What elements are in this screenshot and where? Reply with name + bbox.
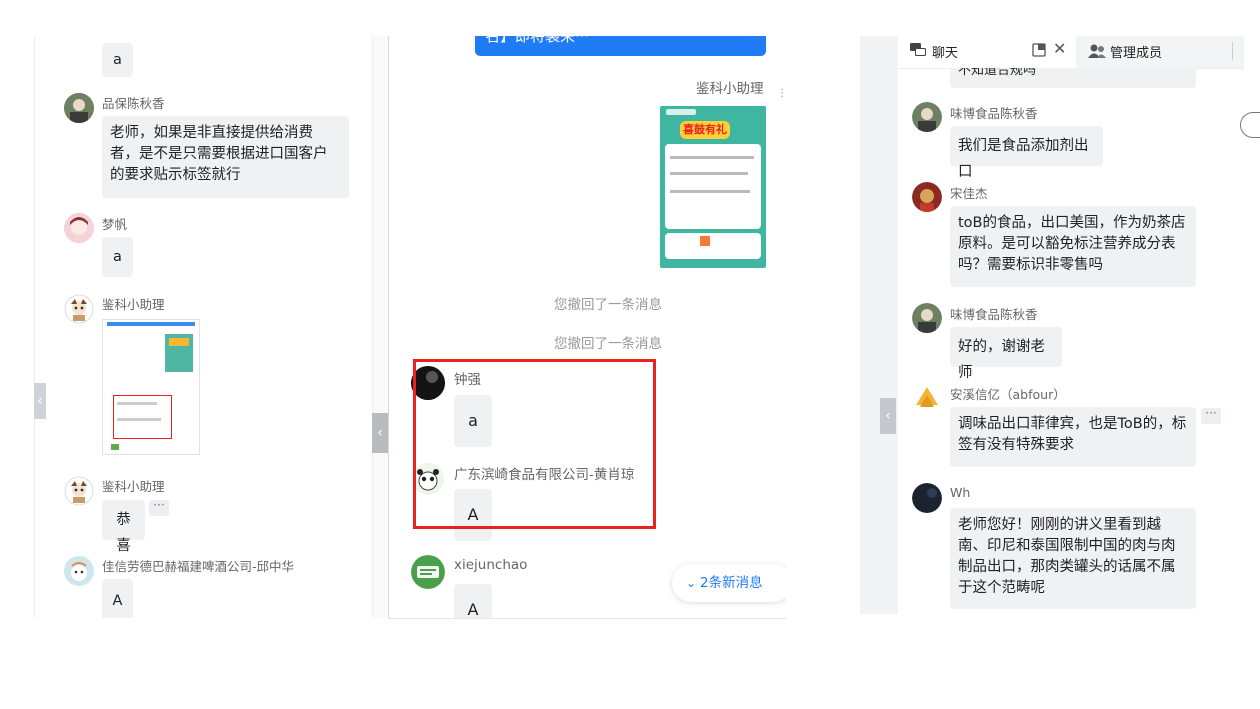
new-messages-label: 2条新消息 <box>700 575 763 591</box>
partial-text: 不知道合规吗 <box>958 68 1037 78</box>
collapse-middle-handle[interactable]: ‹ <box>372 413 388 453</box>
tab-chat-label: 聊天 <box>932 46 959 61</box>
sender-name: 品保陈秋香 <box>102 96 165 111</box>
popout-icon[interactable] <box>1032 42 1046 61</box>
collapse-right-handle[interactable]: ‹ <box>880 398 896 434</box>
double-chevron-down-icon: ⌄ <box>686 576 697 590</box>
more-options-icon[interactable]: ··· <box>1201 407 1221 424</box>
new-messages-button[interactable]: ⌄ 2条新消息 <box>672 564 786 602</box>
recall-notice: 您撤回了一条消息 <box>554 297 662 313</box>
avatar <box>912 182 942 212</box>
side-toolbar-icon[interactable]: ⋮ <box>777 88 786 99</box>
chat-bubble: 老师，如果是非直接提供给消费者，是不是只需要根据进口国客户的要求贴示标签就行 <box>102 116 349 198</box>
avatar <box>411 555 445 589</box>
sender-name: Wh <box>950 485 971 500</box>
tab-members-label: 管理成员 <box>1110 46 1163 61</box>
chat-bubble: a <box>102 43 133 77</box>
chat-bubble: toB的食品，出口美国，作为奶茶店原料。是可以豁免标注营养成分表吗？需要标识非零… <box>950 206 1196 287</box>
tab-members[interactable]: 管理成员 <box>1076 36 1244 68</box>
announcement-text: 名】即将袭来··· <box>485 36 590 45</box>
avatar <box>912 102 942 132</box>
chat-bubble: A <box>454 584 492 618</box>
sender-name: 宋佳杰 <box>950 186 988 201</box>
chat-bubble: 老师您好！刚刚的讲义里看到越南、印尼和泰国限制中国的肉与肉制品出口，那肉类罐头的… <box>950 508 1196 609</box>
chat-bubble: A <box>102 579 133 618</box>
assistant-avatar <box>64 294 94 324</box>
sender-name: 梦帆 <box>102 217 128 232</box>
close-icon[interactable]: ✕ <box>1053 41 1066 57</box>
sender-name: 鉴科小助理 <box>696 81 764 97</box>
left-scrollbar[interactable] <box>372 36 389 618</box>
chat-bubble: 我们是食品添加剂出口 <box>950 126 1103 180</box>
chat-bubble: 调味品出口菲律宾，也是ToB的，标签有没有特殊要求 <box>950 407 1196 467</box>
avatar <box>64 213 94 243</box>
members-icon <box>1088 43 1106 62</box>
poster-title: 喜鼓有礼 <box>680 121 730 139</box>
edge-button-partial[interactable] <box>1240 112 1260 138</box>
tab-chat[interactable]: 聊天 ✕ <box>898 36 1076 68</box>
right-chat-panel: 聊天 ✕ 管理成员 不知道合规吗 味博食品陈秋香 我们是食品添加剂出口 宋佳杰 … <box>898 36 1244 614</box>
middle-chat-panel: 名】即将袭来··· 鉴科小助理 ⋮ 喜鼓有礼 您撤回了一条消息 您撤回了一条消息… <box>388 36 786 619</box>
promo-poster-image[interactable]: 喜鼓有礼 <box>660 106 766 268</box>
collapse-left-handle[interactable]: ‹ <box>34 383 46 419</box>
tab-bar: 聊天 ✕ 管理成员 <box>898 36 1244 69</box>
avatar <box>64 556 94 586</box>
left-chat-panel: a 品保陈秋香 老师，如果是非直接提供给消费者，是不是只需要根据进口国客户的要求… <box>34 36 389 618</box>
chat-icon <box>910 42 926 61</box>
chat-bubble: 恭喜 <box>102 500 145 554</box>
more-options-icon[interactable]: ··· <box>149 499 169 516</box>
chat-bubble: a <box>102 237 133 277</box>
sender-name: xiejunchao <box>454 557 528 573</box>
avatar <box>64 93 94 123</box>
chat-bubble-partial: 不知道合规吗 <box>950 68 1196 88</box>
sender-name: 安溪信亿（abfour） <box>950 387 1066 402</box>
sender-name: 鉴科小助理 <box>102 479 165 494</box>
sender-name: 味博食品陈秋香 <box>950 106 1038 121</box>
screenshot-thumbnail[interactable] <box>102 319 200 455</box>
avatar <box>912 483 942 513</box>
avatar <box>912 303 942 333</box>
recall-notice: 您撤回了一条消息 <box>554 336 662 352</box>
avatar <box>912 383 942 413</box>
sender-name: 佳信劳德巴赫福建啤酒公司-邱中华 <box>102 559 295 574</box>
sender-name: 鉴科小助理 <box>102 297 165 312</box>
highlight-box <box>413 359 656 529</box>
chat-bubble: 好的，谢谢老师 <box>950 327 1062 381</box>
right-panel-gutter <box>860 36 898 614</box>
assistant-avatar <box>64 476 94 506</box>
announcement-bubble[interactable]: 名】即将袭来··· <box>475 36 766 56</box>
sender-name: 味博食品陈秋香 <box>950 307 1038 322</box>
